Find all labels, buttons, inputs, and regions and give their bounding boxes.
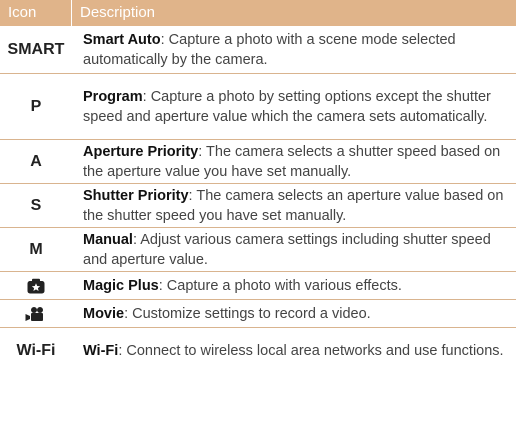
manual-mode-icon: M	[29, 240, 43, 258]
mode-text: : Adjust various camera settings includi…	[83, 231, 491, 268]
mode-text: : Connect to wireless local area network…	[118, 342, 504, 359]
icon-column-header: Icon	[0, 0, 72, 26]
table-row-manual: M Manual: Adjust various camera settings…	[0, 228, 516, 272]
table-row-magic-plus: Magic Plus: Capture a photo with various…	[0, 272, 516, 300]
row-description: Magic Plus: Capture a photo with various…	[72, 272, 516, 299]
mode-text: : Customize settings to record a video.	[124, 305, 371, 322]
mode-text: : Capture a photo with various effects.	[158, 277, 402, 294]
row-description: Shutter Priority: The camera selects an …	[72, 184, 516, 227]
description-column-header: Description	[80, 4, 156, 21]
mode-name: Wi-Fi	[83, 342, 119, 359]
row-description: Aperture Priority: The camera selects a …	[72, 140, 516, 183]
row-description: Wi-Fi: Connect to wireless local area ne…	[72, 328, 516, 373]
table-row-smart-auto: SMART Smart Auto: Capture a photo with a…	[0, 26, 516, 74]
mode-name: Aperture Priority	[83, 143, 199, 160]
mode-table: Icon Description SMART Smart Auto: Captu…	[0, 0, 516, 373]
mode-text: : Capture a photo by setting options exc…	[83, 88, 491, 125]
table-row-movie: Movie: Customize settings to record a vi…	[0, 300, 516, 328]
table-row-wifi: Wi-Fi Wi-Fi: Connect to wireless local a…	[0, 328, 516, 373]
movie-icon	[0, 300, 72, 327]
table-header: Icon Description	[0, 0, 516, 26]
aperture-priority-icon: A	[30, 152, 42, 170]
mode-name: Program	[83, 88, 143, 105]
magic-plus-icon	[0, 272, 72, 299]
smart-mode-icon: SMART	[7, 40, 65, 58]
table-row-shutter-priority: S Shutter Priority: The camera selects a…	[0, 184, 516, 228]
row-description: Smart Auto: Capture a photo with a scene…	[72, 26, 516, 73]
shutter-priority-icon: S	[30, 196, 42, 214]
mode-name: Magic Plus	[83, 277, 159, 294]
table-row-aperture-priority: A Aperture Priority: The camera selects …	[0, 140, 516, 184]
table-row-program: P Program: Capture a photo by setting op…	[0, 74, 516, 140]
wifi-mode-icon: Wi-Fi	[16, 341, 56, 359]
mode-name: Smart Auto	[83, 31, 161, 48]
row-description: Movie: Customize settings to record a vi…	[72, 300, 516, 327]
row-description: Manual: Adjust various camera settings i…	[72, 228, 516, 271]
mode-name: Movie	[83, 305, 125, 322]
mode-name: Manual	[83, 231, 133, 248]
program-mode-icon: P	[30, 97, 42, 115]
row-description: Program: Capture a photo by setting opti…	[72, 74, 516, 139]
mode-name: Shutter Priority	[83, 187, 189, 204]
